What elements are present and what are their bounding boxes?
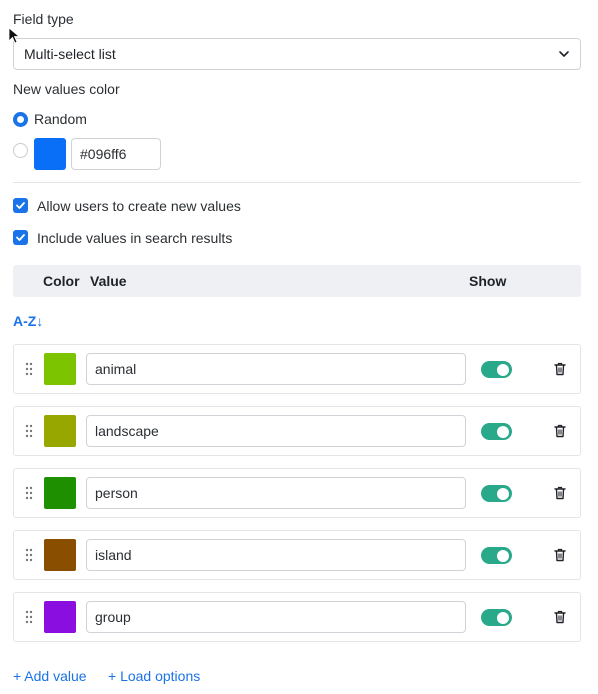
toggle-knob xyxy=(497,363,509,376)
value-color-swatch[interactable] xyxy=(44,477,76,509)
trash-icon[interactable] xyxy=(554,362,566,376)
include-search-label: Include values in search results xyxy=(37,230,233,246)
check-icon xyxy=(16,202,25,209)
field-type-select[interactable]: Multi-select list xyxy=(13,38,581,70)
show-toggle[interactable] xyxy=(481,361,512,378)
column-header-show: Show xyxy=(469,273,507,289)
value-row: group xyxy=(13,592,581,642)
random-color-radio[interactable] xyxy=(13,112,28,127)
new-values-color-label: New values color xyxy=(13,81,120,97)
include-search-checkbox[interactable] xyxy=(13,230,28,245)
value-color-swatch[interactable] xyxy=(44,601,76,633)
drag-handle-icon[interactable] xyxy=(25,424,33,438)
custom-color-radio[interactable] xyxy=(13,143,28,158)
value-row: person xyxy=(13,468,581,518)
drag-handle-icon[interactable] xyxy=(25,548,33,562)
sort-az-button[interactable]: A-Z↓ xyxy=(13,313,43,329)
toggle-knob xyxy=(497,549,509,562)
value-color-swatch[interactable] xyxy=(44,539,76,571)
value-row: animal xyxy=(13,344,581,394)
value-row: island xyxy=(13,530,581,580)
trash-icon[interactable] xyxy=(554,548,566,562)
column-header-value: Value xyxy=(90,273,127,289)
value-text-input[interactable]: landscape xyxy=(86,415,466,447)
toggle-knob xyxy=(497,425,509,438)
value-color-swatch[interactable] xyxy=(44,415,76,447)
column-header-color: Color xyxy=(43,273,80,289)
values-table-header: Color Value Show xyxy=(13,265,581,297)
value-text-input[interactable]: group xyxy=(86,601,466,633)
trash-icon[interactable] xyxy=(554,486,566,500)
toggle-knob xyxy=(497,487,509,500)
value-row: landscape xyxy=(13,406,581,456)
custom-color-hex-input[interactable]: #096ff6 xyxy=(71,138,161,170)
value-text-input[interactable]: animal xyxy=(86,353,466,385)
chevron-down-icon xyxy=(559,51,569,57)
show-toggle[interactable] xyxy=(481,485,512,502)
allow-create-checkbox[interactable] xyxy=(13,198,28,213)
trash-icon[interactable] xyxy=(554,424,566,438)
show-toggle[interactable] xyxy=(481,423,512,440)
trash-icon[interactable] xyxy=(554,610,566,624)
value-text-input[interactable]: island xyxy=(86,539,466,571)
custom-color-swatch[interactable] xyxy=(34,138,66,170)
check-icon xyxy=(16,234,25,241)
mouse-cursor-icon xyxy=(8,27,20,44)
random-color-label: Random xyxy=(34,111,87,127)
drag-handle-icon[interactable] xyxy=(25,362,33,376)
toggle-knob xyxy=(497,611,509,624)
field-type-label: Field type xyxy=(13,11,74,27)
allow-create-label: Allow users to create new values xyxy=(37,198,241,214)
load-options-button[interactable]: + Load options xyxy=(108,668,200,684)
divider xyxy=(13,182,581,183)
value-color-swatch[interactable] xyxy=(44,353,76,385)
value-text-input[interactable]: person xyxy=(86,477,466,509)
field-type-value: Multi-select list xyxy=(24,46,116,62)
drag-handle-icon[interactable] xyxy=(25,486,33,500)
drag-handle-icon[interactable] xyxy=(25,610,33,624)
show-toggle[interactable] xyxy=(481,609,512,626)
add-value-button[interactable]: + Add value xyxy=(13,668,87,684)
show-toggle[interactable] xyxy=(481,547,512,564)
